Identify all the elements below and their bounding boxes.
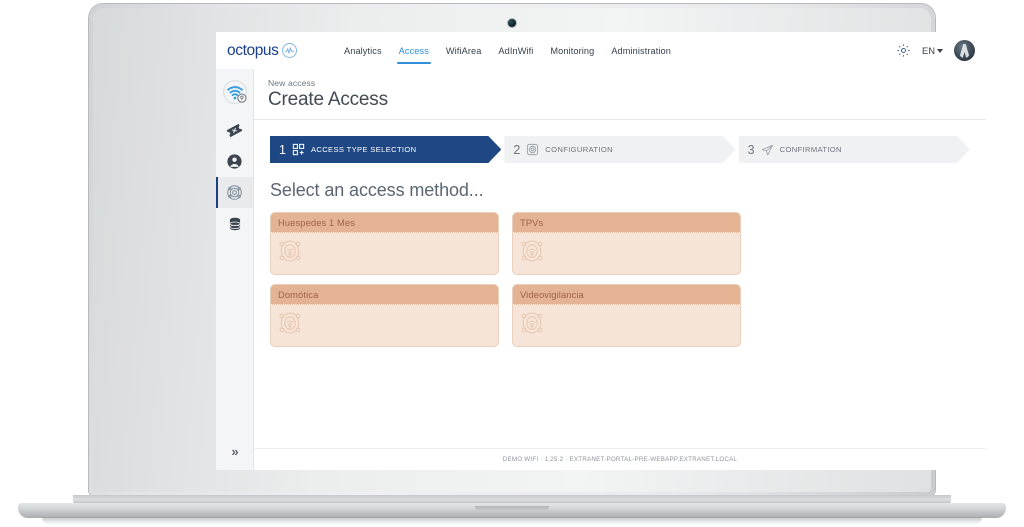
sidebar-expand-button[interactable]: » (216, 432, 253, 470)
main-navigation: Analytics Access WifiArea AdInWifi Monit… (344, 32, 671, 69)
ticket-icon (226, 122, 243, 139)
hotspot-icon (275, 308, 305, 343)
laptop-base (18, 495, 1006, 527)
step-access-type-selection[interactable]: 1 ACCESS TYPE SELECTION (270, 136, 501, 163)
card-title: TPVs (520, 217, 544, 228)
access-method-card[interactable]: TPVs (512, 212, 741, 275)
stepper: 1 ACCESS TYPE SELECTION 2 CONFIGURATION … (270, 136, 970, 163)
laptop-base-notch (475, 506, 549, 511)
avatar[interactable] (954, 40, 975, 61)
footer: DEMO WIFI · 1.25.2 · EXTRANET-PORTAL-PRE… (254, 448, 986, 470)
language-label: EN (921, 45, 935, 56)
step-number: 3 (747, 142, 755, 157)
page-title: Create Access (268, 89, 388, 110)
chevron-down-icon (937, 49, 943, 53)
access-method-card[interactable]: Domótica (270, 284, 499, 347)
card-header: TPVs (513, 213, 740, 233)
wifi-location-icon (216, 69, 253, 115)
wave-logo-icon (281, 43, 297, 58)
database-icon (227, 216, 243, 232)
screen: octopus Analytics Access WifiArea AdInWi… (216, 32, 986, 470)
step-label: CONFIGURATION (545, 145, 613, 154)
application-window: octopus Analytics Access WifiArea AdInWi… (216, 32, 986, 470)
grid-plus-icon (292, 143, 305, 156)
sidebar-item-database[interactable] (216, 208, 253, 239)
brand-logo[interactable]: octopus (216, 42, 306, 60)
card-header: Domótica (271, 285, 498, 305)
card-title: Huespedes 1 Mes (278, 217, 356, 228)
card-title: Videovigilancia (520, 289, 584, 300)
access-method-card[interactable]: Videovigilancia (512, 284, 741, 347)
sidebar: » (216, 69, 254, 470)
page-subtitle: New access (268, 78, 316, 88)
card-body (513, 305, 740, 346)
card-body (513, 233, 740, 274)
hotspot-icon (517, 308, 547, 343)
access-target-icon (226, 184, 243, 201)
nav-item-analytics[interactable]: Analytics (344, 44, 382, 57)
footer-text: DEMO WIFI · 1.25.2 · EXTRANET-PORTAL-PRE… (502, 456, 738, 463)
sidebar-item-users[interactable] (216, 146, 253, 177)
select-method-heading: Select an access method... (270, 180, 484, 200)
step-number: 2 (513, 142, 521, 157)
card-body (271, 233, 498, 274)
nav-item-access[interactable]: Access (396, 44, 432, 64)
access-method-card[interactable]: Huespedes 1 Mes (270, 212, 499, 275)
body: » New access Create Access 1 ACCESS TYPE… (216, 69, 986, 470)
laptop-mockup: octopus Analytics Access WifiArea AdInWi… (0, 0, 1024, 527)
nav-item-administration[interactable]: Administration (611, 44, 671, 57)
content-area: New access Create Access 1 ACCESS TYPE S… (254, 69, 986, 470)
nav-item-monitoring[interactable]: Monitoring (550, 44, 594, 57)
gear-icon[interactable] (896, 43, 911, 58)
access-method-cards: Huespedes 1 Mes TPVs Domótica Videovigil… (270, 212, 970, 347)
page-header: New access Create Access (254, 69, 986, 120)
webcam-icon (508, 19, 516, 27)
laptop-base-shadow (42, 517, 982, 525)
step-number: 1 (279, 142, 286, 157)
sidebar-item-access[interactable] (216, 177, 253, 208)
nav-item-wifiarea[interactable]: WifiArea (446, 44, 482, 57)
language-selector[interactable]: EN (922, 45, 943, 56)
step-configuration[interactable]: 2 CONFIGURATION (504, 136, 735, 163)
nav-item-adinwifi[interactable]: AdInWifi (498, 44, 533, 57)
target-icon (526, 143, 539, 156)
step-label: CONFIRMATION (779, 145, 842, 154)
brand-name: octopus (227, 41, 279, 59)
user-icon (226, 153, 243, 170)
card-body (271, 305, 498, 346)
laptop-lid: octopus Analytics Access WifiArea AdInWi… (89, 4, 986, 496)
hotspot-icon (275, 236, 305, 271)
card-title: Domótica (278, 289, 319, 300)
step-confirmation[interactable]: 3 CONFIRMATION (739, 136, 970, 163)
card-header: Huespedes 1 Mes (271, 213, 498, 233)
paper-plane-icon (761, 143, 774, 156)
card-header: Videovigilancia (513, 285, 740, 305)
step-label: ACCESS TYPE SELECTION (310, 145, 417, 154)
hotspot-icon (517, 236, 547, 271)
page-body: 1 ACCESS TYPE SELECTION 2 CONFIGURATION … (254, 120, 986, 448)
top-bar: octopus Analytics Access WifiArea AdInWi… (216, 32, 986, 69)
top-bar-actions: EN (896, 40, 986, 61)
sidebar-item-vouchers[interactable] (216, 115, 253, 146)
